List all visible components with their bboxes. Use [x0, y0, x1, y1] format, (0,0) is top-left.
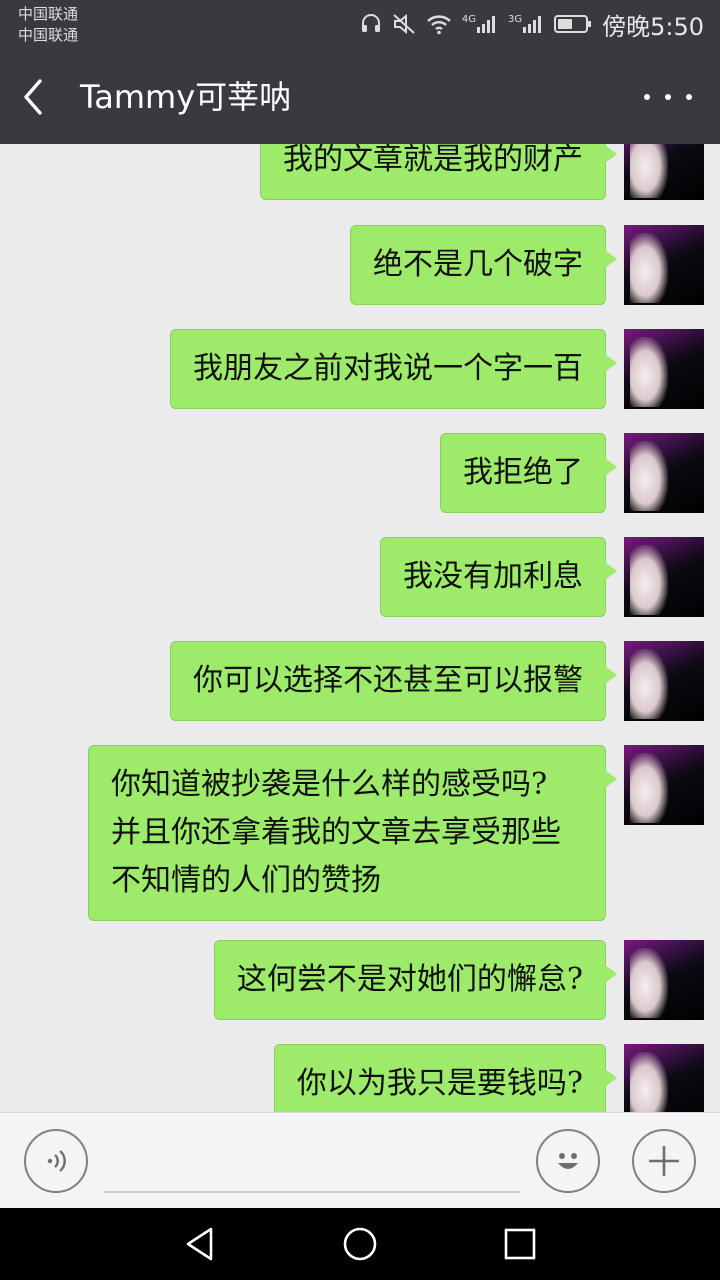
carrier-info: 中国联通 中国联通 — [18, 4, 78, 46]
network-3g-label: 3G — [507, 14, 523, 25]
avatar[interactable] — [624, 641, 704, 721]
avatar[interactable] — [624, 745, 704, 825]
input-bar — [0, 1112, 720, 1208]
wifi-icon — [426, 13, 452, 35]
message-bubble[interactable]: 你可以选择不还甚至可以报警 — [170, 641, 617, 721]
message-bubble[interactable]: 我拒绝了 — [440, 433, 617, 513]
avatar[interactable] — [624, 940, 704, 1020]
more-functions-button[interactable] — [632, 1129, 696, 1193]
top-bar: 中国联通 中国联通 4G 3G 傍晚5:50 Tammy可莘呐 — [0, 0, 720, 144]
message-list[interactable]: 我的文章就是我的财产 绝不是几个破字 我朋友之前对我说一个字一百 我拒绝了 我没… — [0, 144, 720, 1112]
carrier-1: 中国联通 — [18, 5, 79, 23]
triangle-back-icon — [186, 1227, 213, 1261]
carrier-2: 中国联通 — [18, 26, 79, 44]
circle-home-icon — [343, 1227, 377, 1261]
plus-icon — [649, 1146, 679, 1176]
more-dot-icon — [686, 94, 692, 100]
chevron-left-icon — [24, 79, 42, 115]
more-dot-icon — [665, 94, 671, 100]
chat-title: Tammy可莘呐 — [80, 78, 292, 116]
smiley-icon — [558, 1153, 578, 1169]
avatar[interactable] — [624, 433, 704, 513]
message-bubble[interactable]: 你以为我只是要钱吗? — [273, 1044, 618, 1112]
status-icons: 4G 3G 傍晚5:50 — [350, 8, 704, 41]
avatar[interactable] — [624, 225, 704, 305]
more-dot-icon — [644, 94, 650, 100]
nav-recents-button[interactable] — [498, 1222, 542, 1266]
more-options-button[interactable] — [644, 84, 692, 110]
square-recents-icon — [504, 1228, 536, 1260]
message-input[interactable] — [104, 1123, 520, 1193]
message-bubble[interactable]: 你知道被抄袭是什么样的感受吗? 并且你还拿着我的文章去享受那些 不知情的人们的赞… — [88, 745, 617, 921]
avatar[interactable] — [624, 537, 704, 617]
status-time: 傍晚5:50 — [602, 12, 704, 41]
message-bubble[interactable]: 我的文章就是我的财产 — [260, 144, 617, 200]
emoji-button[interactable] — [536, 1129, 600, 1193]
avatar[interactable] — [624, 329, 704, 409]
nav-back-button[interactable] — [178, 1222, 222, 1266]
message-bubble[interactable]: 这何尝不是对她们的懈怠? — [213, 940, 618, 1020]
message-bubble[interactable]: 我朋友之前对我说一个字一百 — [170, 329, 617, 409]
back-button[interactable] — [20, 72, 60, 122]
battery-icon — [554, 14, 592, 34]
message-bubble[interactable]: 绝不是几个破字 — [350, 225, 617, 305]
mute-icon — [392, 13, 416, 35]
message-bubble[interactable]: 我没有加利息 — [380, 537, 617, 617]
signal-4g-icon: 4G — [462, 14, 498, 34]
system-nav-bar — [0, 1208, 720, 1280]
nav-home-button[interactable] — [338, 1222, 382, 1266]
voice-icon — [47, 1150, 66, 1172]
headset-icon — [360, 13, 382, 35]
voice-input-button[interactable] — [24, 1129, 88, 1193]
avatar[interactable] — [624, 1044, 704, 1112]
network-4g-label: 4G — [461, 14, 476, 25]
signal-3g-icon: 3G — [508, 14, 544, 34]
avatar[interactable] — [624, 144, 704, 200]
